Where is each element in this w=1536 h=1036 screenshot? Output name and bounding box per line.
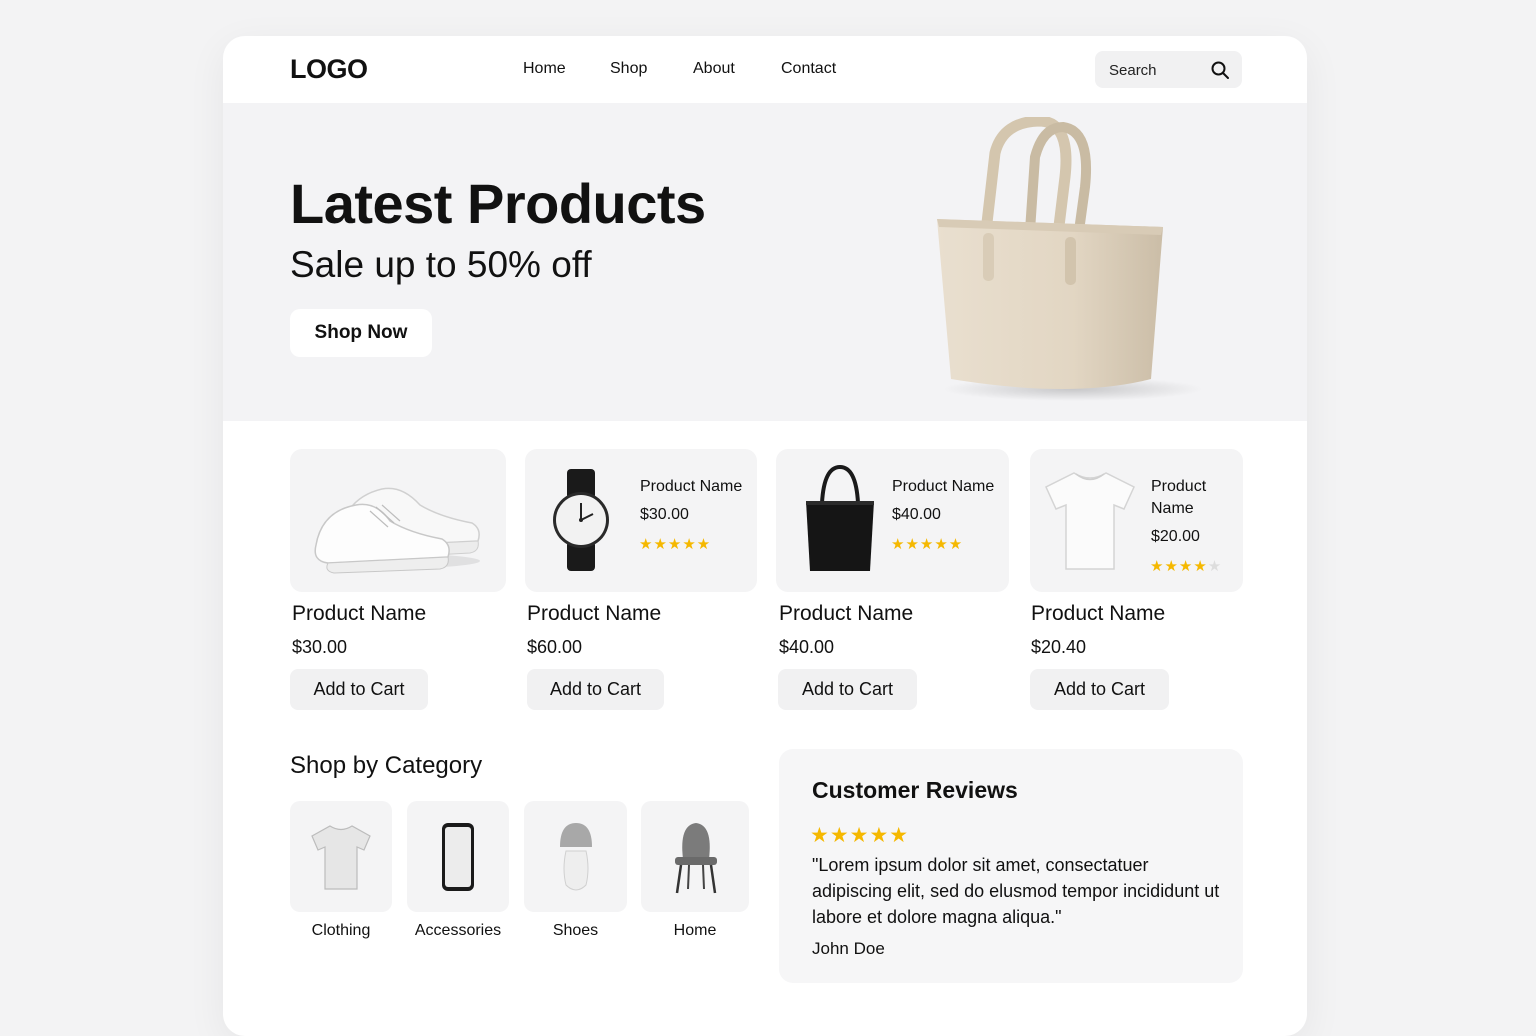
category-tile-accessories[interactable] bbox=[407, 801, 509, 912]
category-section-title: Shop by Category bbox=[290, 752, 483, 779]
reviews-title: Customer Reviews bbox=[812, 777, 1018, 803]
sneaker-image bbox=[314, 487, 480, 574]
category-label[interactable]: Accessories bbox=[407, 922, 509, 940]
rating-stars: ★★★★★ bbox=[891, 536, 964, 553]
category-label[interactable]: Clothing bbox=[290, 922, 392, 940]
product-name[interactable]: Product Name bbox=[779, 602, 913, 626]
category-label[interactable]: Shoes bbox=[524, 922, 627, 940]
shop-now-button[interactable]: Shop Now bbox=[290, 309, 432, 357]
chair-icon bbox=[675, 823, 717, 894]
search-input[interactable]: Search bbox=[1095, 51, 1242, 88]
add-to-cart-button[interactable]: Add to Cart bbox=[778, 669, 917, 710]
review-quote: "Lorem ipsum dolor sit amet, consectatue… bbox=[812, 855, 1220, 927]
hero-subtitle: Sale up to 50% off bbox=[290, 244, 592, 285]
lamp-icon bbox=[560, 823, 592, 891]
product-name[interactable]: Product Name bbox=[527, 602, 661, 626]
search-icon[interactable] bbox=[1210, 60, 1230, 80]
add-to-cart-button[interactable]: Add to Cart bbox=[527, 669, 664, 710]
site-header: LOGO Home Shop About Contact Search bbox=[223, 36, 1307, 103]
rating-stars: ★★★★★ bbox=[1150, 558, 1223, 575]
card-product-price: $20.00 bbox=[1151, 528, 1200, 545]
category-label[interactable]: Home bbox=[641, 922, 749, 940]
hero-banner: Latest Products Sale up to 50% off Shop … bbox=[223, 103, 1307, 421]
t-shirt-image bbox=[1045, 472, 1135, 570]
t-shirt-icon bbox=[311, 825, 371, 890]
rating-stars: ★★★★★ bbox=[810, 824, 910, 847]
product-card-sneaker[interactable] bbox=[290, 449, 506, 592]
hero-title: Latest Products bbox=[290, 172, 706, 235]
page-frame: LOGO Home Shop About Contact Search Late… bbox=[223, 36, 1307, 1036]
product-card-tote[interactable]: Product Name $40.00 ★★★★★ bbox=[776, 449, 1009, 592]
product-card-tshirt[interactable]: Product Name $20.00 ★★★★★ bbox=[1030, 449, 1243, 592]
add-to-cart-button[interactable]: Add to Cart bbox=[1030, 669, 1169, 710]
tote-bag-image bbox=[937, 117, 1203, 401]
product-price: $30.00 bbox=[292, 637, 348, 657]
logo[interactable]: LOGO bbox=[290, 54, 368, 85]
nav-home[interactable]: Home bbox=[523, 60, 566, 78]
category-tile-shoes[interactable] bbox=[524, 801, 627, 912]
watch-image bbox=[553, 469, 609, 571]
black-tote-image bbox=[806, 464, 874, 571]
product-name[interactable]: Product Name bbox=[292, 602, 426, 626]
add-to-cart-button[interactable]: Add to Cart bbox=[290, 669, 428, 710]
search-placeholder: Search bbox=[1109, 62, 1157, 79]
category-tile-home[interactable] bbox=[641, 801, 749, 912]
nav-about[interactable]: About bbox=[693, 60, 735, 78]
product-price: $60.00 bbox=[527, 637, 583, 657]
nav-shop[interactable]: Shop bbox=[610, 60, 647, 78]
card-product-price: $40.00 bbox=[892, 506, 941, 523]
nav-contact[interactable]: Contact bbox=[781, 60, 836, 78]
card-product-name: Product Name bbox=[640, 478, 743, 495]
phone-icon bbox=[442, 823, 474, 891]
category-tile-clothing[interactable] bbox=[290, 801, 392, 912]
rating-stars: ★★★★★ bbox=[639, 536, 712, 553]
product-price: $40.00 bbox=[779, 637, 835, 657]
card-product-price: $30.00 bbox=[640, 506, 689, 523]
product-price: $20.40 bbox=[1031, 637, 1087, 657]
product-card-watch[interactable]: Product Name $30.00 ★★★★★ bbox=[525, 449, 757, 592]
card-product-name: Product Name bbox=[1151, 478, 1207, 517]
product-name[interactable]: Product Name bbox=[1031, 602, 1165, 626]
card-product-name: Product Name bbox=[892, 478, 995, 495]
customer-reviews-card: Customer Reviews ★★★★★ "Lorem ipsum dolo… bbox=[779, 749, 1243, 983]
review-author: John Doe bbox=[812, 939, 885, 958]
